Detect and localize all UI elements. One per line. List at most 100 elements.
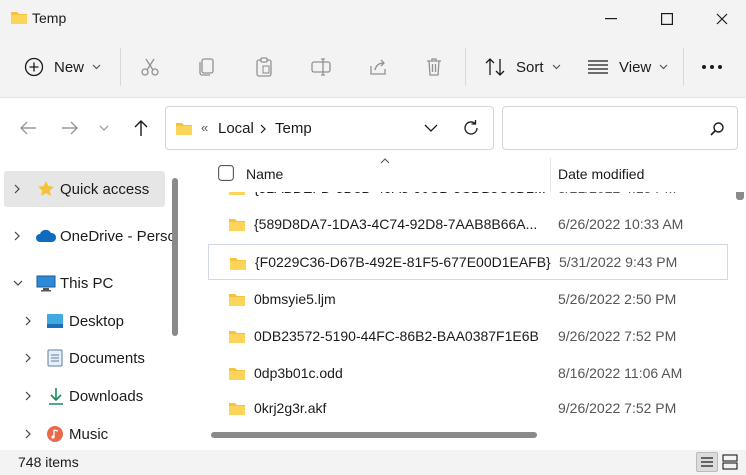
nav-label: Downloads <box>69 387 144 405</box>
more-options-button[interactable] <box>701 47 723 87</box>
new-button[interactable]: New <box>24 47 101 87</box>
search-input[interactable] <box>502 106 738 150</box>
maximize-button[interactable] <box>639 0 695 38</box>
address-bar[interactable]: « Local Temp <box>165 106 494 150</box>
minimize-button[interactable] <box>583 0 639 38</box>
chevron-down-icon <box>92 64 101 70</box>
chevron-right-icon[interactable] <box>14 231 20 241</box>
back-button[interactable] <box>18 117 38 139</box>
nav-item-this-pc[interactable]: This PC <box>0 265 165 301</box>
folder-icon <box>228 217 246 232</box>
file-row[interactable]: 0bmsyie5.ljm 5/26/2022 2:50 PM <box>208 281 728 317</box>
chevron-down-icon[interactable] <box>13 280 23 286</box>
recent-locations-button[interactable] <box>97 117 111 139</box>
tiles-view-button[interactable] <box>722 454 738 470</box>
nav-item-music[interactable]: Music <box>0 416 165 452</box>
column-header-date-modified[interactable]: Date modified <box>558 166 644 182</box>
nav-item-downloads[interactable]: Downloads <box>0 378 165 414</box>
file-list-horizontal-scrollbar[interactable] <box>211 432 537 438</box>
monitor-icon <box>36 275 56 292</box>
cut-button[interactable] <box>140 47 160 87</box>
view-button[interactable]: View <box>587 47 668 87</box>
plus-circle-icon <box>24 57 44 77</box>
select-all-checkbox[interactable] <box>218 165 234 181</box>
folder-icon <box>228 366 246 381</box>
sort-ascending-icon <box>380 158 390 164</box>
nav-item-documents[interactable]: Documents <box>0 340 165 376</box>
command-bar: New Sort View <box>0 38 746 98</box>
window-title: Temp <box>32 10 67 26</box>
forward-button[interactable] <box>60 117 80 139</box>
view-label: View <box>619 58 652 76</box>
sort-label: Sort <box>516 58 544 76</box>
view-list-icon <box>587 59 609 75</box>
chevron-right-icon[interactable] <box>25 429 31 439</box>
file-name: 0DB23572-5190-44FC-86B2-BAA0387F1E6B <box>254 328 539 344</box>
file-date: 9/26/2022 7:52 PM <box>558 400 677 416</box>
rename-icon <box>311 57 331 77</box>
music-icon <box>46 425 64 443</box>
cloud-icon <box>35 229 57 243</box>
overflow-chevron-icon[interactable]: « <box>201 120 208 135</box>
folder-icon <box>228 292 246 307</box>
ellipsis-icon <box>701 64 723 70</box>
delete-button[interactable] <box>424 47 444 87</box>
sort-button[interactable]: Sort <box>484 47 561 87</box>
file-list: Name Date modified {52ABDEFD-5D8D-49A3-9… <box>190 158 746 450</box>
nav-label: OneDrive - Perso <box>60 227 176 245</box>
navigation-pane: Quick access OneDrive - Perso This PC De… <box>0 158 185 450</box>
up-button[interactable] <box>131 117 151 139</box>
file-row[interactable]: {F0229C36-D67B-492E-81F5-677E00D1EAFB} 5… <box>208 244 728 280</box>
breadcrumb-temp[interactable]: Temp <box>275 120 312 137</box>
chevron-right-icon[interactable] <box>25 316 31 326</box>
file-date: 5/31/2022 9:43 PM <box>559 254 678 270</box>
star-icon <box>37 180 55 198</box>
status-bar: 748 items <box>0 450 746 475</box>
file-name: {F0229C36-D67B-492E-81F5-677E00D1EAFB} <box>255 254 551 270</box>
rename-button[interactable] <box>311 47 331 87</box>
item-count: 748 items <box>18 454 79 470</box>
nav-label: Quick access <box>60 180 150 198</box>
file-date: 9/26/2022 7:52 PM <box>558 328 677 344</box>
file-row[interactable]: 0DB23572-5190-44FC-86B2-BAA0387F1E6B 9/2… <box>208 318 728 354</box>
column-header-name[interactable]: Name <box>246 166 283 182</box>
file-name: 0krj2g3r.akf <box>254 400 327 416</box>
chevron-right-icon[interactable] <box>25 353 31 363</box>
share-button[interactable] <box>368 47 388 87</box>
trash-icon <box>424 57 444 77</box>
download-icon <box>48 387 64 405</box>
folder-icon <box>228 329 246 344</box>
arrow-left-icon <box>19 120 37 136</box>
chevron-down-icon <box>659 64 668 70</box>
folder-icon <box>228 401 246 416</box>
nav-item-quick-access[interactable]: Quick access <box>4 171 165 207</box>
paste-button[interactable] <box>254 47 274 87</box>
nav-item-onedrive[interactable]: OneDrive - Perso <box>0 218 176 254</box>
file-name: 0dp3b01c.odd <box>254 365 343 381</box>
copy-icon <box>197 57 217 77</box>
file-row[interactable]: {589D8DA7-1DA3-4C74-92D8-7AAB8B66A... 6/… <box>208 206 728 242</box>
chevron-right-icon[interactable] <box>25 391 31 401</box>
details-view-button[interactable] <box>696 452 718 472</box>
file-row[interactable]: 0krj2g3r.akf 9/26/2022 7:52 PM <box>208 390 728 426</box>
copy-button[interactable] <box>197 47 217 87</box>
chevron-down-icon <box>99 125 109 131</box>
nav-label: Music <box>69 425 109 443</box>
chevron-right-icon[interactable] <box>14 184 20 194</box>
file-row[interactable]: 0dp3b01c.odd 8/16/2022 11:06 AM <box>208 355 728 391</box>
nav-label: Desktop <box>69 312 125 330</box>
nav-scrollbar[interactable] <box>172 178 178 336</box>
address-history-button[interactable] <box>424 124 438 132</box>
new-label: New <box>54 58 85 76</box>
close-button[interactable] <box>694 0 746 38</box>
nav-item-desktop[interactable]: Desktop <box>0 303 165 339</box>
document-icon <box>47 349 63 367</box>
folder-icon <box>229 256 247 271</box>
chevron-right-icon <box>260 124 266 134</box>
refresh-icon[interactable] <box>462 119 480 137</box>
chevron-down-icon <box>552 64 561 70</box>
file-date: 6/26/2022 10:33 AM <box>558 216 684 232</box>
clipboard-icon <box>254 57 274 77</box>
arrow-up-icon <box>133 119 149 137</box>
breadcrumb-local[interactable]: Local <box>218 120 254 137</box>
